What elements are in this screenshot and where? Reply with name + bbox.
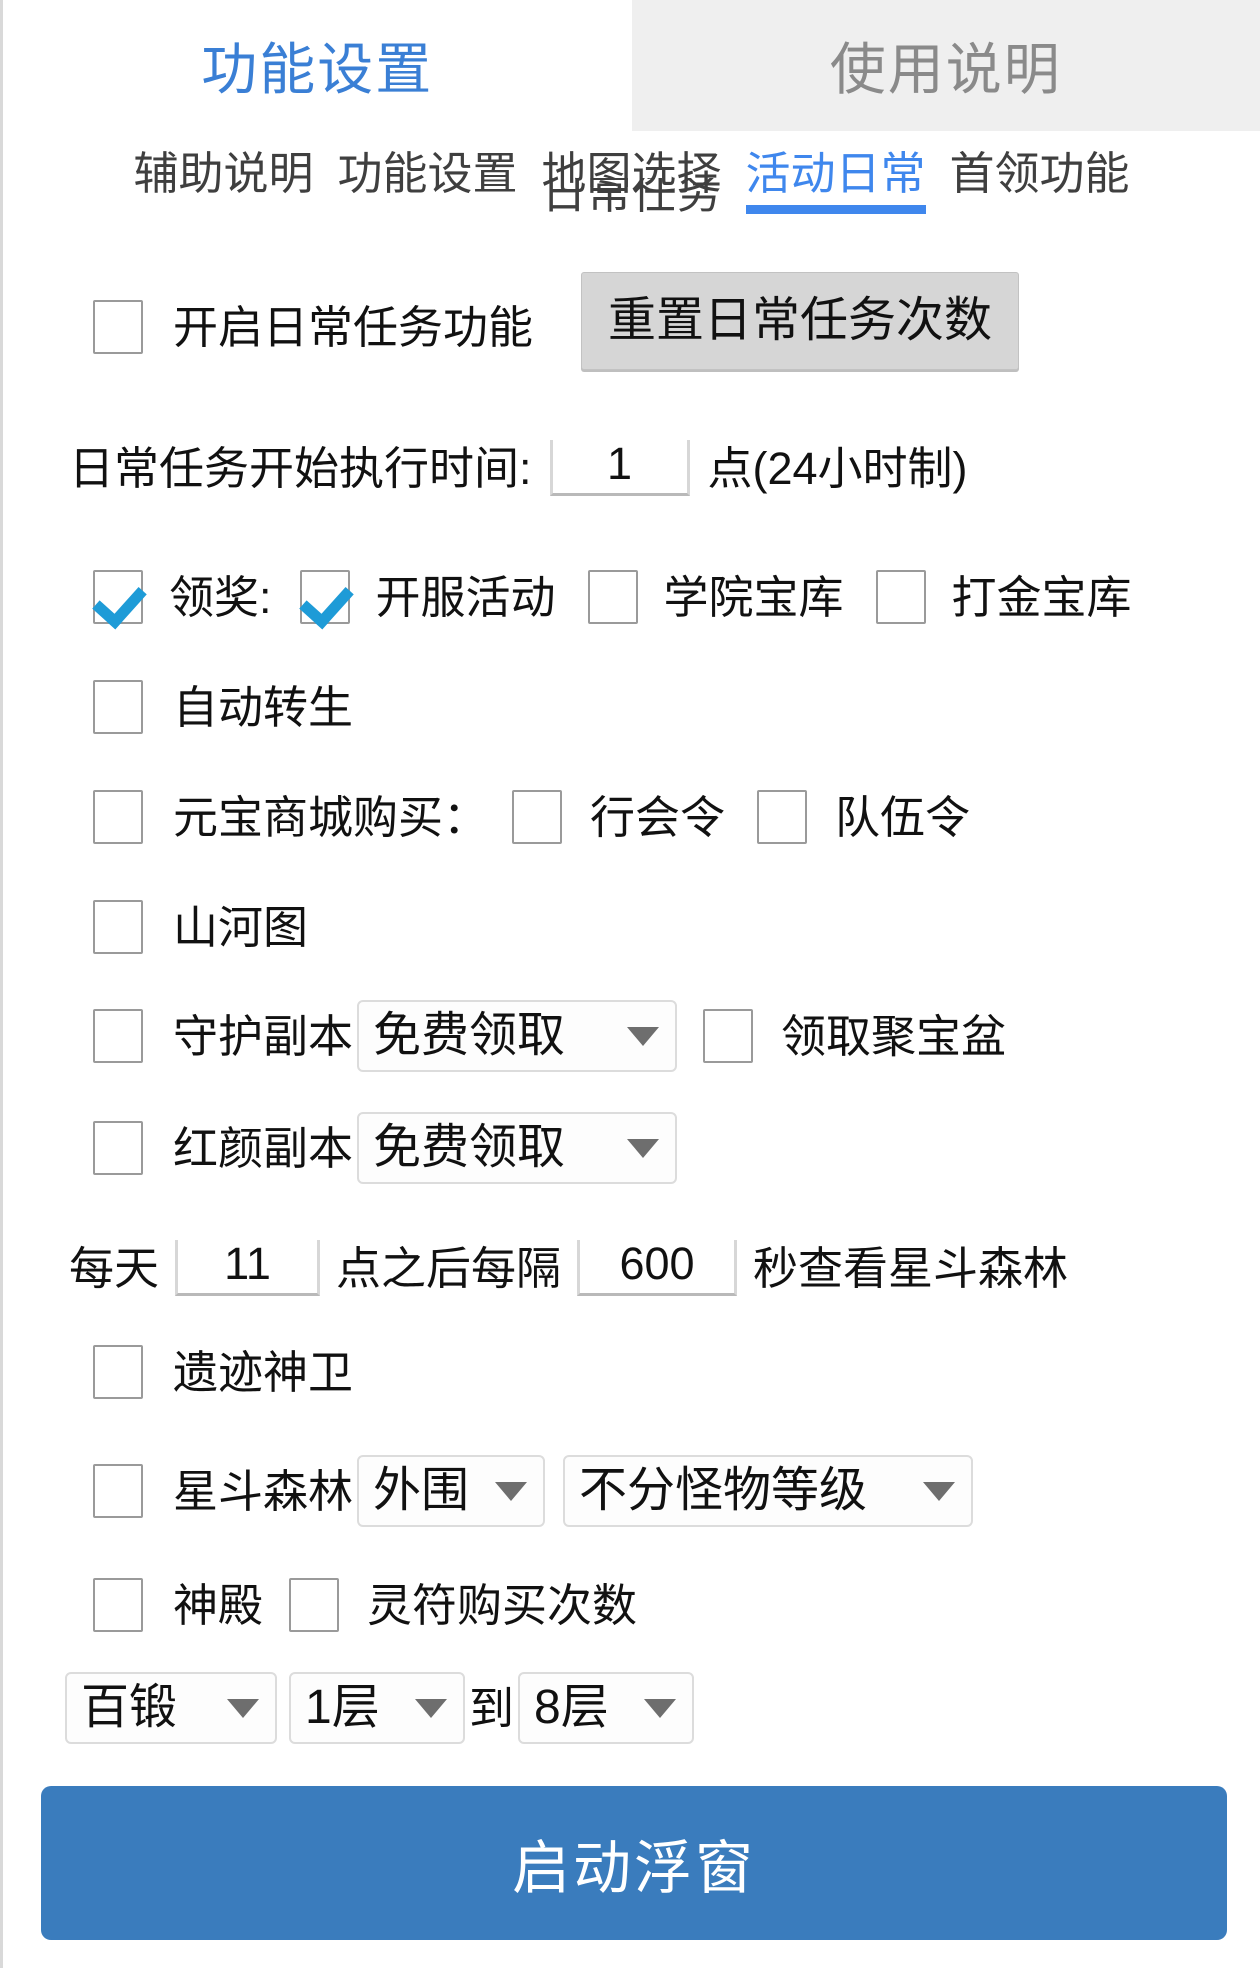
guard-dungeon-mode-value: 免费领取 <box>373 1009 566 1062</box>
checkbox-relic-guard[interactable] <box>93 1345 143 1399</box>
label-star-forest: 星斗森林 <box>173 1465 354 1517</box>
label-guard-dungeon: 守护副本 <box>173 1010 354 1062</box>
chevron-down-icon <box>227 1698 259 1718</box>
chevron-down-icon <box>644 1698 677 1718</box>
checkbox-opening-activity[interactable] <box>299 570 350 624</box>
start-float-window-button[interactable]: 启动浮窗 <box>41 1786 1227 1940</box>
checkbox-auto-rebirth[interactable] <box>93 680 143 734</box>
label-shanhetu: 山河图 <box>173 901 309 953</box>
label-daily-start-time-suffix: 点(24小时制) <box>707 442 968 494</box>
tab-usage-instructions-label: 使用说明 <box>829 38 1062 101</box>
row-floor-range: 百锻 1层 到 8层 <box>65 1672 695 1744</box>
label-claim-rewards: 领奖: <box>169 571 272 623</box>
row-relic-guard: 遗迹神卫 <box>93 1345 353 1399</box>
row-shanhetu: 山河图 <box>93 900 308 954</box>
label-star-forest-timer-p2: 点之后每隔 <box>336 1242 562 1294</box>
label-temple: 神殿 <box>173 1579 264 1631</box>
label-yuanbao-shop: 元宝商城购买： <box>173 791 489 843</box>
star-forest-area-value: 外围 <box>373 1464 470 1517</box>
label-auto-rebirth: 自动转生 <box>173 681 354 733</box>
reset-daily-task-count-button[interactable]: 重置日常任务次数 <box>581 272 1020 370</box>
section-title-daily-tasks: 日常任务 <box>3 178 1260 226</box>
row-star-forest-timer: 每天 点之后每隔 秒查看星斗森林 <box>69 1240 1068 1296</box>
label-daily-start-time-prefix: 日常任务开始执行时间: <box>69 442 532 494</box>
checkbox-academy-treasury[interactable] <box>587 570 638 624</box>
star-forest-level-value: 不分怪物等级 <box>579 1464 868 1517</box>
label-opening-activity: 开服活动 <box>375 571 556 623</box>
label-guild-token: 行会令 <box>590 791 726 843</box>
floor-from-value: 1层 <box>305 1681 380 1734</box>
reset-daily-task-count-label: 重置日常任务次数 <box>608 294 993 347</box>
chevron-down-icon <box>923 1481 956 1501</box>
tab-function-settings[interactable]: 功能设置 <box>3 0 632 131</box>
label-talisman-purchase-count: 灵符购买次数 <box>367 1579 638 1631</box>
checkbox-team-token[interactable] <box>757 790 808 844</box>
chevron-down-icon <box>495 1481 528 1501</box>
label-collect-treasure-bowl: 领取聚宝盆 <box>781 1010 1007 1062</box>
checkbox-shanhetu[interactable] <box>93 900 143 954</box>
hongyan-dungeon-mode-select[interactable]: 免费领取 <box>357 1112 678 1184</box>
checkbox-temple[interactable] <box>93 1578 143 1632</box>
row-star-forest: 星斗森林 外围 不分怪物等级 <box>93 1455 974 1527</box>
label-gold-treasury: 打金宝库 <box>951 571 1132 623</box>
checkbox-hongyan-dungeon[interactable] <box>93 1121 143 1175</box>
floor-to-select[interactable]: 8层 <box>518 1672 695 1744</box>
guard-dungeon-mode-select[interactable]: 免费领取 <box>357 1000 678 1072</box>
floor-to-value: 8层 <box>534 1681 609 1734</box>
chevron-down-icon <box>627 1138 660 1158</box>
checkbox-guild-token[interactable] <box>512 790 563 844</box>
row-guard-dungeon: 守护副本 免费领取 领取聚宝盆 <box>93 1000 1006 1072</box>
section-title-daily-tasks-label: 日常任务 <box>541 178 722 218</box>
row-enable-daily-tasks: 开启日常任务功能 <box>93 300 533 354</box>
label-academy-treasury: 学院宝库 <box>663 571 844 623</box>
checkbox-talisman-purchase-count[interactable] <box>289 1578 340 1632</box>
star-forest-interval-input[interactable] <box>577 1240 738 1296</box>
row-yuanbao-shop: 元宝商城购买： 行会令 队伍令 <box>93 790 970 844</box>
checkbox-gold-treasury[interactable] <box>875 570 926 624</box>
floor-from-select[interactable]: 1层 <box>289 1672 465 1744</box>
start-float-window-label: 启动浮窗 <box>511 1836 756 1901</box>
star-forest-hour-input[interactable] <box>175 1240 321 1296</box>
row-hongyan-dungeon: 红颜副本 免费领取 <box>93 1112 678 1184</box>
floor-mode-select[interactable]: 百锻 <box>65 1672 277 1744</box>
row-daily-start-time: 日常任务开始执行时间: 点(24小时制) <box>69 440 968 496</box>
label-star-forest-timer-p3: 秒查看星斗森林 <box>753 1242 1069 1294</box>
chevron-down-icon <box>627 1026 660 1046</box>
tab-usage-instructions[interactable]: 使用说明 <box>631 0 1260 131</box>
top-tab-bar: 功能设置 使用说明 <box>3 0 1260 131</box>
label-enable-daily-tasks: 开启日常任务功能 <box>173 301 534 353</box>
label-team-token: 队伍令 <box>835 791 971 843</box>
checkbox-guard-dungeon[interactable] <box>93 1009 143 1063</box>
checkbox-yuanbao-shop[interactable] <box>93 790 143 844</box>
chevron-down-icon <box>415 1698 447 1718</box>
checkbox-enable-daily-tasks[interactable] <box>93 300 143 354</box>
label-hongyan-dungeon: 红颜副本 <box>173 1122 354 1174</box>
checkbox-claim-rewards[interactable] <box>93 570 143 624</box>
label-relic-guard: 遗迹神卫 <box>173 1346 354 1398</box>
checkbox-collect-treasure-bowl[interactable] <box>703 1009 754 1063</box>
row-claim-rewards: 领奖: 开服活动 学院宝库 打金宝库 <box>93 570 1132 624</box>
daily-start-hour-input[interactable] <box>549 440 690 496</box>
label-floor-range-to: 到 <box>469 1682 515 1734</box>
row-auto-rebirth: 自动转生 <box>93 680 353 734</box>
star-forest-area-select[interactable]: 外围 <box>357 1455 546 1527</box>
label-star-forest-timer-p1: 每天 <box>69 1242 160 1294</box>
row-temple: 神殿 灵符购买次数 <box>93 1578 637 1632</box>
floor-mode-value: 百锻 <box>81 1681 178 1734</box>
hongyan-dungeon-mode-value: 免费领取 <box>373 1121 566 1174</box>
tab-function-settings-label: 功能设置 <box>201 38 434 101</box>
checkbox-star-forest[interactable] <box>93 1464 143 1518</box>
app-root: 功能设置 使用说明 辅助说明 功能设置 地图选择 活动日常 首领功能 日常任务 … <box>0 0 1260 1968</box>
star-forest-level-select[interactable]: 不分怪物等级 <box>563 1455 974 1527</box>
